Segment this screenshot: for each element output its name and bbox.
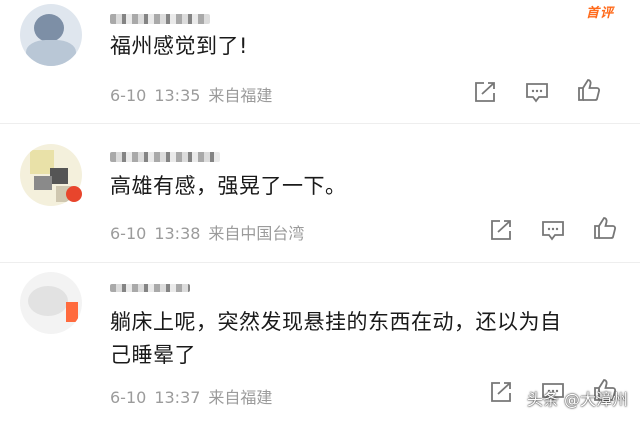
first-comment-badge: 首评 [585,6,614,21]
comment-meta: 6-10 13:37 来自福建 [110,384,280,408]
comment-date: 6-10 [110,388,147,407]
watermark: 头条 @大漳州 [526,390,628,409]
comment-text-line-1: 躺床上呢，突然发现悬挂的东西在动，还以为自 [110,310,562,334]
username-blurred [110,14,210,24]
share-icon[interactable] [472,80,498,104]
comment-item: 高雄有感，强晃了一下。 6-10 13:38 来自中国台湾 [0,132,640,262]
comment-location: 来自福建 [208,388,273,407]
username-blurred [110,152,220,162]
comment-date: 6-10 [110,86,147,105]
avatar[interactable] [20,272,82,334]
username-blurred [110,284,190,292]
like-icon[interactable] [592,216,618,240]
share-icon[interactable] [488,218,514,242]
comment-date: 6-10 [110,224,147,243]
comment-text-line-2: 己睡晕了 [110,343,196,367]
comment-item: 首评 福州感觉到了! 6-10 13:35 来自福建 [0,0,640,122]
comment-meta: 6-10 13:35 来自福建 [110,82,280,106]
comment-icon[interactable] [524,80,550,104]
comment-time: 13:35 [154,86,201,105]
divider [0,123,640,124]
like-icon[interactable] [576,78,602,102]
comment-location: 来自中国台湾 [208,224,305,243]
comment-meta: 6-10 13:38 来自中国台湾 [110,220,312,244]
comment-icon[interactable] [540,218,566,242]
verified-badge [66,186,82,202]
comment-time: 13:37 [154,388,201,407]
share-icon[interactable] [488,380,514,404]
comment-time: 13:38 [154,224,201,243]
comment-location: 来自福建 [208,86,273,105]
comment-text: 高雄有感，强晃了一下。 [110,174,347,198]
comment-text: 福州感觉到了! [110,34,248,58]
avatar[interactable] [20,4,82,66]
